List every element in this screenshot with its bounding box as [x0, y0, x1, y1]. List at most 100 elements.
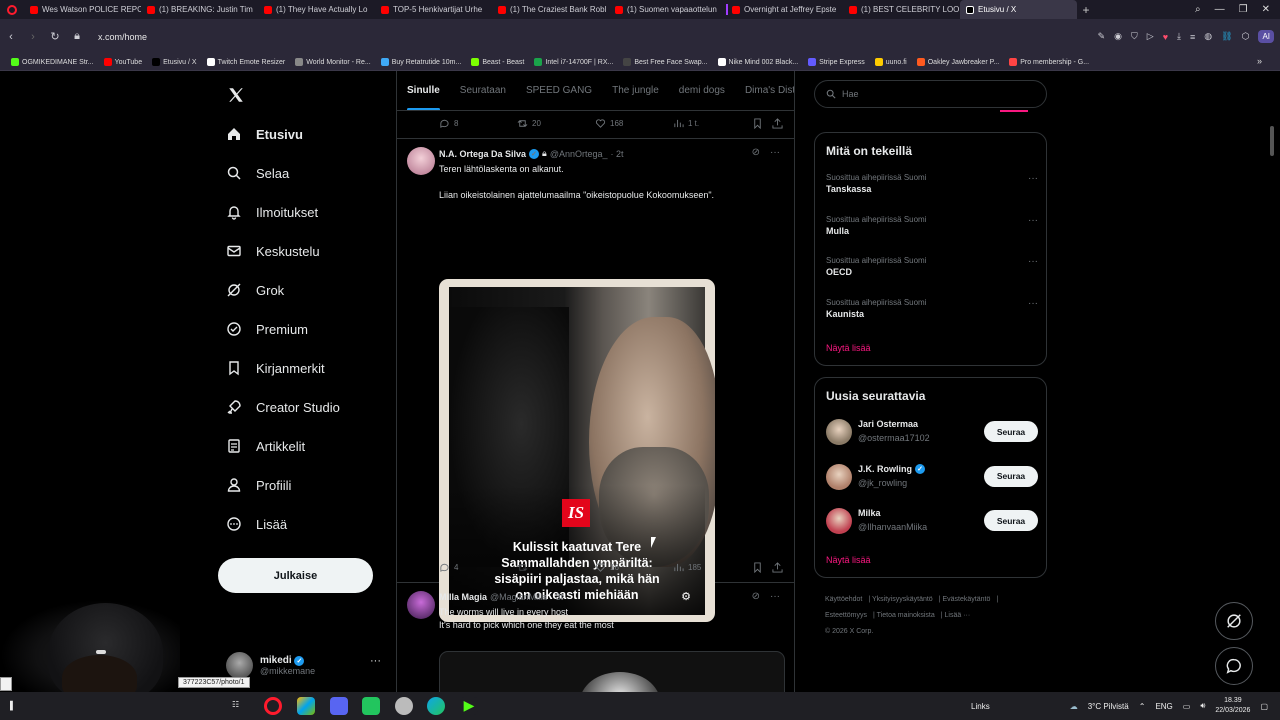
network-icon[interactable]: ▭ — [1183, 702, 1191, 711]
bookmark-button[interactable] — [752, 562, 763, 573]
opera-menu-icon[interactable] — [0, 0, 24, 19]
reply-button[interactable]: 8 — [439, 118, 458, 129]
sidebar-item-lisää[interactable]: Lisää — [226, 516, 287, 532]
footer-link[interactable]: Yksityisyyskäytäntö — [872, 596, 933, 603]
bookmark-item[interactable]: Twitch Emote Resizer — [202, 58, 291, 66]
sidebar-item-keskustelu[interactable]: Keskustelu — [226, 243, 320, 259]
tweet-author-name[interactable]: N.A. Ortega Da Silva — [439, 149, 526, 159]
avatar[interactable] — [407, 147, 435, 175]
sidebar-item-creator-studio[interactable]: Creator Studio — [226, 399, 340, 415]
repost-button[interactable] — [517, 562, 532, 573]
minimize-button[interactable]: — — [1215, 4, 1225, 15]
url-field[interactable]: x.com/home — [98, 32, 147, 42]
back-button[interactable]: ‹ — [0, 31, 22, 43]
grok-fab[interactable] — [1215, 602, 1253, 640]
browser-tab[interactable]: (1) Suomen vapaaottelun — [609, 0, 726, 19]
like-button[interactable]: 168 — [595, 118, 623, 129]
grok-icon[interactable]: ⊘ — [752, 591, 760, 602]
bookmark-item[interactable]: Oakley Jawbreaker P... — [912, 58, 1004, 66]
sidebar-item-selaa[interactable]: Selaa — [226, 165, 289, 181]
steam-taskbar-icon[interactable] — [395, 697, 413, 715]
sidebar-item-kirjanmerkit[interactable]: Kirjanmerkit — [226, 360, 325, 376]
views-button[interactable]: 1 t. — [673, 118, 699, 129]
more-dots-icon[interactable]: ··· — [1028, 173, 1038, 184]
browser-tab[interactable]: (1) The Craziest Bank Robl — [492, 0, 609, 19]
tweet-author-handle[interactable]: @AnnOrtega_ — [550, 149, 608, 159]
avatar[interactable] — [826, 508, 852, 534]
browser-tab[interactable]: (1) BEST CELEBRITY LOOK — [843, 0, 960, 19]
maximize-button[interactable]: ❐ — [1239, 4, 1248, 15]
sidebar-item-premium[interactable]: Premium — [226, 321, 308, 337]
browser-tab[interactable]: TOP-5 Henkivartijat Urhe — [375, 0, 492, 19]
tweet-time[interactable]: · 2t — [611, 149, 624, 159]
share-button[interactable] — [772, 562, 783, 573]
sidebar-item-grok[interactable]: Grok — [226, 282, 284, 298]
extension-icon[interactable]: ⛓ — [1221, 31, 1232, 42]
sidebar-item-etusivu[interactable]: Etusivu — [226, 126, 303, 142]
shield-icon[interactable]: ⛉ — [1131, 31, 1138, 42]
page-scrollbar[interactable] — [1270, 126, 1274, 156]
grok-icon[interactable]: ⊘ — [752, 147, 760, 158]
follow-suggestion[interactable]: Milka @IlhanvaanMiika Seuraa — [826, 507, 1038, 537]
tweet-author-name[interactable]: Milla Magia — [439, 592, 487, 602]
bookmark-item[interactable]: Etusivu / X — [147, 58, 201, 66]
tab-dima-s-dist[interactable]: Dima's Dist — [735, 71, 794, 110]
links-toolbar[interactable]: Links — [971, 702, 990, 711]
tab-the-jungle[interactable]: The jungle — [602, 71, 669, 110]
volume-icon[interactable]: 🔊︎ — [1200, 701, 1205, 711]
browser-tab[interactable]: (1) They Have Actually Lo — [258, 0, 375, 19]
tweet-author-handle[interactable]: @MagianMilla — [490, 592, 547, 602]
footer-link[interactable]: Tietoa mainoksista — [877, 612, 935, 619]
tab-demi-dogs[interactable]: demi dogs — [669, 71, 735, 110]
forward-button[interactable]: › — [22, 31, 44, 43]
notifications-icon[interactable]: ▢ — [1260, 702, 1268, 711]
bookmark-item[interactable]: Beast - Beast — [466, 58, 529, 66]
trend-item[interactable]: Suosittua aihepiirissä Suomi OECD ··· — [826, 256, 1038, 277]
edge-taskbar-icon[interactable] — [427, 697, 445, 715]
browser-tab[interactable]: Etusivu / X — [960, 0, 1077, 19]
tweet-time[interactable]: · 3t — [550, 592, 563, 602]
footer-link[interactable]: Käyttöehdot — [825, 596, 862, 603]
avatar[interactable] — [826, 419, 852, 445]
sidebar-item-profiili[interactable]: Profiili — [226, 477, 291, 493]
tweet[interactable]: Milla Magia @MagianMilla · 3t ⊘ ··· The … — [397, 583, 794, 692]
more-dots-icon[interactable]: ··· — [770, 147, 780, 158]
footer-link[interactable]: Lisää ··· — [945, 612, 971, 619]
x-logo-icon[interactable] — [227, 86, 245, 104]
ai-button[interactable]: AI — [1258, 30, 1274, 43]
browser-tab[interactable]: Overnight at Jeffrey Epste — [726, 0, 843, 19]
tab-sinulle[interactable]: Sinulle — [397, 71, 450, 110]
weather-text[interactable]: 3°C Pilvistä — [1088, 702, 1129, 711]
menu-icon[interactable]: ≡ — [1190, 32, 1195, 42]
who-show-more[interactable]: Näytä lisää — [826, 555, 871, 565]
tweet[interactable]: N.A. Ortega Da Silva ✓ 🔒︎ @AnnOrtega_ · … — [397, 139, 794, 622]
tab-speed-gang[interactable]: SPEED GANG — [516, 71, 602, 110]
browser-tab[interactable]: Wes Watson POLICE REPO — [24, 0, 141, 19]
follow-button[interactable]: Seuraa — [984, 510, 1038, 531]
repost-button[interactable]: 20 — [517, 118, 541, 129]
more-dots-icon[interactable]: ··· — [1028, 256, 1038, 267]
discord-taskbar-icon[interactable] — [330, 697, 348, 715]
tab-seurataan[interactable]: Seurataan — [450, 71, 516, 110]
bookmark-item[interactable]: Intel i7-14700F | RX... — [529, 58, 618, 66]
bookmark-button[interactable] — [752, 118, 763, 129]
messages-fab[interactable] — [1215, 647, 1253, 685]
more-dots-icon[interactable]: ··· — [370, 655, 381, 667]
avatar[interactable] — [407, 591, 435, 619]
bookmark-item[interactable]: Nike Mind 002 Black... — [713, 58, 804, 66]
sidebar-item-artikkelit[interactable]: Artikkelit — [226, 438, 305, 454]
tray-chevron-icon[interactable]: ⌃ — [1139, 702, 1146, 711]
footer-link[interactable]: Evästekäytäntö — [942, 596, 990, 603]
bookmark-item[interactable]: Best Free Face Swap... — [618, 58, 712, 66]
camera-icon[interactable]: ◉ — [1114, 31, 1122, 42]
start-icon[interactable]: ▌ — [10, 701, 16, 710]
bookmark-item[interactable]: uuno.fi — [870, 58, 912, 66]
like-button[interactable]: 16 — [595, 562, 619, 573]
more-dots-icon[interactable]: ··· — [1028, 298, 1038, 309]
tab-search-icon[interactable]: ⌕ — [1195, 4, 1201, 15]
share-button[interactable] — [772, 118, 783, 129]
opera-taskbar-icon[interactable] — [264, 697, 282, 715]
tweet-media[interactable] — [439, 651, 785, 692]
sidebar-item-ilmoitukset[interactable]: Ilmoitukset — [226, 204, 318, 220]
avatar[interactable] — [826, 463, 852, 490]
